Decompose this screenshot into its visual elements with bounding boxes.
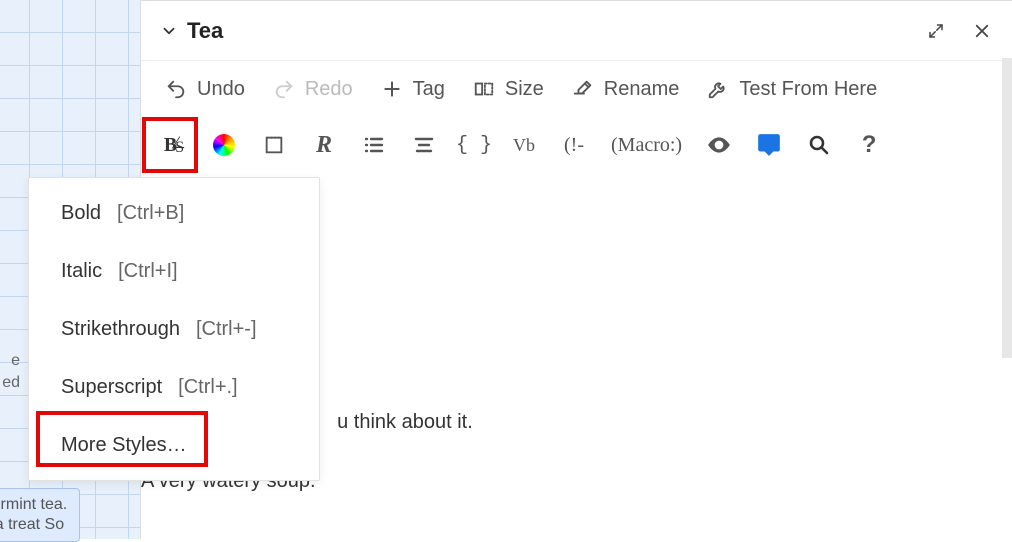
redo-button: Redo [259,72,367,107]
close-icon[interactable] [970,19,994,43]
comment-button[interactable] [746,124,792,166]
format-toolbar: B/S R { } Vb (!- (Macro:) [141,117,1012,173]
menu-item-more-styles[interactable]: More Styles… [29,416,319,474]
undo-button[interactable]: Undo [151,72,259,107]
eye-icon [706,132,732,158]
search-icon [807,133,831,157]
test-label: Test From Here [739,78,877,101]
tag-button[interactable]: Tag [367,72,459,107]
rename-label: Rename [604,78,680,101]
body-line-1-tail: u think about it. [337,411,473,433]
braces-icon: { } [456,134,492,157]
menu-item-italic[interactable]: Italic [Ctrl+I] [29,242,319,300]
rainbow-icon [213,134,235,156]
size-label: Size [505,78,544,101]
action-toolbar: Undo Redo Tag Size Rename [141,61,1012,117]
wrench-icon [707,78,729,100]
align-icon [412,133,436,157]
redo-label: Redo [305,78,353,101]
scrollbar[interactable] [1002,58,1012,358]
border-button[interactable] [251,124,297,166]
collapse-chevron-icon[interactable] [159,21,179,41]
menu-item-bold[interactable]: Bold [Ctrl+B] [29,184,319,242]
tag-label: Tag [413,78,445,101]
undo-label: Undo [197,78,245,101]
macro-button[interactable]: (Macro:) [601,124,692,166]
offscreen-passage-snippet-2: permint tea. t a treat So [0,488,80,542]
rename-button[interactable]: Rename [558,72,694,107]
color-button[interactable] [201,124,247,166]
help-button[interactable]: ? [846,124,892,166]
text-styles-button[interactable]: B/S [151,124,197,166]
rotation-icon: R [316,132,332,159]
test-from-here-button[interactable]: Test From Here [693,72,891,107]
conditional-button[interactable]: (!- [551,124,597,166]
styles-dropdown: Bold [Ctrl+B] Italic [Ctrl+I] Strikethro… [28,177,320,481]
size-icon [473,78,495,100]
var-button[interactable]: Vb [501,124,547,166]
menu-item-superscript[interactable]: Superscript [Ctrl+.] [29,358,319,416]
search-button[interactable] [796,124,842,166]
styles-icon: B/S [164,134,184,157]
rotation-button[interactable]: R [301,124,347,166]
titlebar: Tea [141,1,1012,61]
macro-label: (Macro:) [611,134,682,157]
redo-icon [273,78,295,100]
undo-icon [165,78,187,100]
list-icon [362,133,386,157]
expand-icon[interactable] [924,19,948,43]
code-button[interactable]: { } [451,124,497,166]
align-button[interactable] [401,124,447,166]
var-label: Vb [513,135,535,156]
comment-icon [756,132,782,158]
plus-icon [381,78,403,100]
rename-icon [572,78,594,100]
size-button[interactable]: Size [459,72,558,107]
preview-button[interactable] [696,124,742,166]
list-button[interactable] [351,124,397,166]
help-label: ? [862,131,877,159]
border-icon [263,134,285,156]
passage-title: Tea [187,18,223,44]
menu-item-strikethrough[interactable]: Strikethrough [Ctrl+-] [29,300,319,358]
offscreen-passage-snippet-1: e ed [0,350,20,394]
conditional-label: (!- [564,134,584,157]
